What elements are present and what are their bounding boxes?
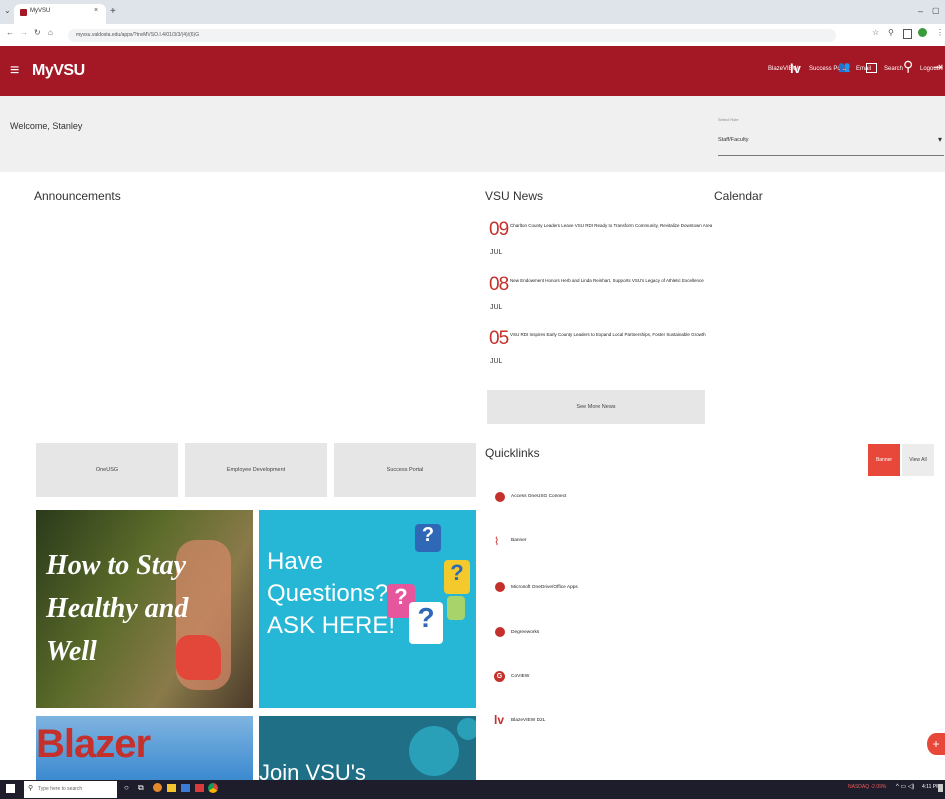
onesug-icon — [495, 492, 505, 502]
calendar-title: Calendar — [714, 189, 763, 203]
office-app-icon[interactable] — [195, 784, 204, 792]
news-day: 05 — [489, 328, 509, 349]
join-promo-text: Join VSU's — [259, 760, 366, 780]
taskbar-search-box[interactable]: ⚲ Type here to search — [24, 781, 117, 798]
tab-menu-icon[interactable]: ⌄ — [4, 6, 11, 15]
news-title: VSU News — [485, 189, 544, 203]
browser-app-icon[interactable] — [153, 783, 162, 792]
news-day: 09 — [489, 219, 509, 240]
quicklink-item[interactable]: CoVIEW — [511, 674, 529, 679]
role-label: Select Role — [718, 117, 739, 122]
health-promo-tile[interactable]: How to Stay Healthy and Well — [36, 510, 253, 708]
onedrive-icon — [495, 582, 505, 592]
degreeworks-icon — [495, 627, 505, 637]
stock-ticker[interactable]: NASDAQ -2.09% — [848, 784, 886, 790]
quicklinks-title: Quicklinks — [485, 446, 540, 460]
circle-decoration — [457, 718, 476, 740]
hamburger-menu-icon[interactable]: ≡ — [10, 62, 19, 80]
floating-add-button[interactable]: + — [927, 733, 945, 755]
menu-icon[interactable]: ⋮ — [936, 28, 944, 37]
tab-title: MyVSU — [30, 8, 51, 14]
logout-icon[interactable]: ⇥ — [933, 60, 943, 74]
extensions-icon[interactable]: ⚲ — [888, 28, 894, 37]
news-headline[interactable]: Charlton County Leaders Leave VSU RDI Re… — [510, 223, 712, 228]
windows-start-icon[interactable] — [6, 784, 15, 793]
new-tab-button[interactable]: + — [110, 6, 116, 17]
fingerprint-icon: ⌇ — [494, 536, 500, 548]
myvsu-logo[interactable]: MyVSU — [32, 62, 85, 80]
quicklink-item[interactable]: BlazeVIEW D2L — [511, 718, 545, 723]
mail-icon[interactable] — [866, 63, 877, 73]
task-view-icon[interactable]: ⧉ — [138, 783, 144, 793]
employee-development-button[interactable]: Employee Development — [185, 443, 327, 497]
questions-promo-text: Have Questions? ASK HERE! — [267, 548, 396, 639]
question-bubble-icon: ? — [415, 524, 441, 552]
circle-decoration — [409, 726, 459, 776]
browser-tab-strip — [0, 0, 945, 24]
favicon-icon — [20, 9, 27, 16]
news-headline[interactable]: New Endowment Honors Herb and Linda Rein… — [510, 278, 704, 283]
bubble-decoration — [447, 596, 465, 620]
sidepanel-icon[interactable] — [903, 29, 912, 39]
blazeview-icon[interactable]: lv — [790, 61, 801, 76]
chevron-down-icon: ▾ — [938, 135, 943, 144]
profile-icon[interactable] — [918, 28, 927, 37]
back-icon[interactable]: ← — [6, 28, 14, 37]
search-link[interactable]: Search — [884, 66, 903, 72]
question-bubble-icon: ? — [409, 602, 443, 644]
forward-icon[interactable]: → — [20, 28, 28, 37]
see-more-news-button[interactable]: See More News — [487, 390, 705, 424]
news-month: JUL — [490, 249, 503, 256]
role-value: Staff/Faculty — [718, 137, 749, 143]
quicklink-item[interactable]: Microsoft OneDrive/Office Apps — [511, 585, 578, 590]
people-icon[interactable]: 👥 — [838, 62, 850, 73]
question-bubble-icon: ? — [444, 560, 470, 594]
taskbar-search-placeholder: Type here to search — [38, 786, 83, 792]
banner-filter-button[interactable]: Banner — [868, 444, 900, 476]
questions-promo-tile[interactable]: Have Questions? ASK HERE! ? ? ? ? — [259, 510, 476, 708]
cortana-icon[interactable]: ○ — [124, 783, 129, 792]
news-day: 08 — [489, 274, 509, 295]
star-icon[interactable]: ☆ — [872, 28, 879, 37]
notification-icon[interactable] — [938, 784, 943, 792]
quicklink-item[interactable]: Degreeworks — [511, 630, 539, 635]
oneusg-button[interactable]: OneUSG — [36, 443, 178, 497]
success-portal-button[interactable]: Success Portal — [334, 443, 476, 497]
blazer-promo-text: Blazer — [36, 722, 151, 766]
news-month: JUL — [490, 304, 503, 311]
health-promo-text: How to Stay Healthy and Well — [46, 550, 189, 667]
quicklink-item[interactable]: Access OneUSG Connect — [511, 494, 566, 499]
search-icon[interactable]: ⚲ — [903, 58, 913, 75]
chrome-app-icon[interactable] — [208, 783, 218, 793]
url-input[interactable]: myvsu.valdosta.edu/apps/?tnvMVSO.I.4/01/… — [68, 29, 836, 42]
role-select[interactable]: Staff/Faculty ▾ — [718, 133, 944, 156]
news-headline[interactable]: VSU RDI Inspires Early County Leaders to… — [510, 332, 706, 337]
close-tab-icon[interactable]: × — [94, 7, 98, 14]
mail-app-icon[interactable] — [181, 784, 190, 792]
taskbar-search-icon: ⚲ — [28, 785, 34, 792]
reload-icon[interactable]: ↻ — [34, 28, 41, 37]
join-promo-tile[interactable]: Join VSU's — [259, 716, 476, 780]
quicklink-item[interactable]: Banner — [511, 538, 526, 543]
home-icon[interactable]: ⌂ — [48, 28, 53, 37]
minimize-icon[interactable]: – — [918, 6, 923, 16]
restore-icon[interactable]: ▢ — [932, 6, 940, 15]
system-tray-icons[interactable]: ^ ▭ ◁) — [896, 783, 914, 790]
blazeview-d2l-icon: lv — [494, 713, 505, 727]
browser-tab[interactable]: MyVSU × — [14, 4, 106, 24]
welcome-text: Welcome, Stanley — [10, 121, 83, 131]
view-all-button[interactable]: View All — [902, 444, 934, 476]
coview-icon: G — [494, 671, 505, 682]
file-explorer-icon[interactable] — [167, 784, 176, 792]
app-header — [0, 46, 945, 96]
news-month: JUL — [490, 358, 503, 365]
announcements-title: Announcements — [34, 189, 121, 203]
blazer-promo-tile[interactable]: Blazer — [36, 716, 253, 780]
